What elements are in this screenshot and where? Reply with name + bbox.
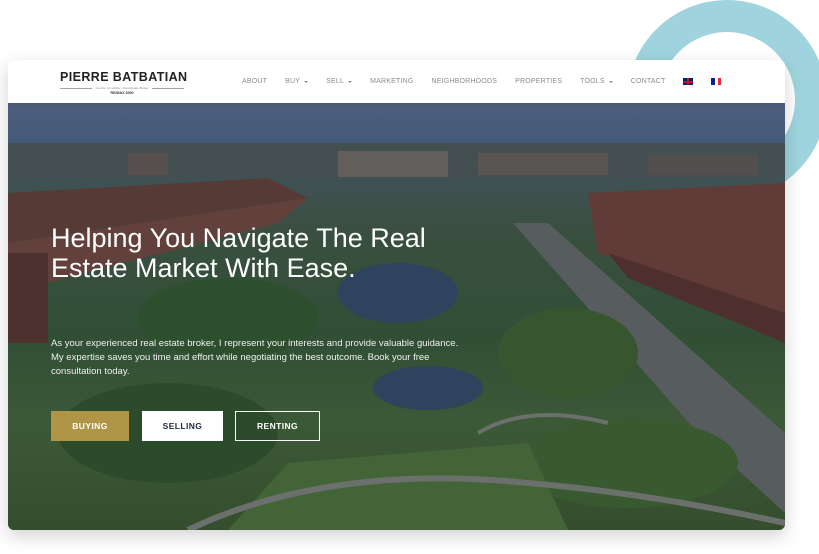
nav-neighborhoods[interactable]: NEIGHBORHOODS bbox=[431, 78, 497, 85]
navbar: PIERRE BATBATIAN Courtier immobilier • R… bbox=[8, 60, 785, 103]
nav-label: TOOLS bbox=[580, 78, 605, 85]
uk-flag-icon[interactable] bbox=[683, 78, 694, 85]
logo-rule bbox=[60, 87, 93, 89]
site-logo[interactable]: PIERRE BATBATIAN Courtier immobilier • R… bbox=[60, 70, 188, 95]
nav-sell[interactable]: SELL bbox=[326, 78, 353, 85]
nav-properties[interactable]: PROPERTIES bbox=[515, 78, 562, 85]
caret-down-icon bbox=[608, 80, 613, 83]
nav-marketing[interactable]: MARKETING bbox=[370, 78, 413, 85]
nav-label: NEIGHBORHOODS bbox=[431, 78, 498, 85]
logo-rule bbox=[151, 87, 185, 89]
nav-label: SELL bbox=[326, 78, 345, 85]
nav-tools[interactable]: TOOLS bbox=[580, 78, 613, 85]
nav-label: CONTACT bbox=[630, 78, 666, 85]
hero-section: Helping You Navigate The Real Estate Mar… bbox=[8, 103, 785, 530]
nav-about[interactable]: ABOUT bbox=[242, 78, 267, 85]
france-flag-icon[interactable] bbox=[711, 78, 722, 85]
browser-frame: PIERRE BATBATIAN Courtier immobilier • R… bbox=[8, 60, 785, 530]
caret-down-icon bbox=[348, 80, 353, 83]
main-nav: ABOUT BUY SELL MARKETING NEIGHBORHOODS P… bbox=[242, 60, 739, 103]
nav-label: PROPERTIES bbox=[515, 78, 563, 85]
renting-button[interactable]: RENTING bbox=[235, 411, 320, 441]
buying-button[interactable]: BUYING bbox=[51, 411, 129, 441]
logo-agency: RE/MAX 2000 bbox=[110, 91, 134, 95]
nav-label: BUY bbox=[285, 78, 301, 85]
nav-contact[interactable]: CONTACT bbox=[631, 78, 666, 85]
hero-overlay bbox=[8, 103, 785, 530]
selling-button[interactable]: SELLING bbox=[142, 411, 223, 441]
nav-buy[interactable]: BUY bbox=[285, 78, 309, 85]
logo-tagline: Courtier immobilier • Real Estate Broker bbox=[95, 86, 149, 90]
hero-headline: Helping You Navigate The Real Estate Mar… bbox=[51, 223, 426, 283]
hero-subtext: As your experienced real estate broker, … bbox=[51, 338, 459, 377]
nav-label: ABOUT bbox=[242, 78, 268, 85]
logo-name: PIERRE BATBATIAN bbox=[60, 70, 188, 84]
logo-tagline-row: Courtier immobilier • Real Estate Broker bbox=[60, 86, 185, 90]
caret-down-icon bbox=[304, 80, 309, 83]
nav-label: MARKETING bbox=[370, 78, 414, 85]
